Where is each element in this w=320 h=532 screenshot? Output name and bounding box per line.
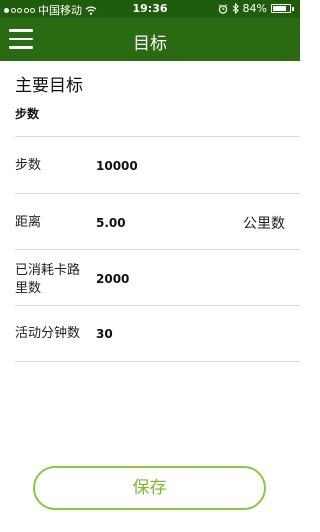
status-bar: 中国移动 19:36 84% <box>0 0 300 18</box>
alarm-clock-icon <box>218 3 227 14</box>
goal-row-distance[interactable]: 距离 5.00 公里数 <box>15 194 300 250</box>
goal-row-calories[interactable]: 已消耗卡路里数 2000 <box>15 250 300 306</box>
goal-row-active-minutes[interactable]: 活动分钟数 30 <box>15 306 300 362</box>
row-label: 已消耗卡路里数 <box>15 263 81 296</box>
row-label: 活动分钟数 <box>15 326 81 341</box>
section-title: 主要目标 <box>15 76 83 96</box>
row-value[interactable]: 10000 <box>96 159 138 173</box>
navigation-bar: 目标 <box>0 18 300 61</box>
bluetooth-icon <box>232 3 239 14</box>
save-button[interactable]: 保存 <box>33 466 266 510</box>
section-subtitle: 步数 <box>15 107 40 121</box>
battery-tip <box>292 6 294 11</box>
row-value[interactable]: 30 <box>96 327 113 341</box>
status-right: 84% <box>218 2 294 15</box>
row-label: 距离 <box>15 215 42 230</box>
battery-icon <box>271 4 291 13</box>
battery-percent: 84% <box>242 2 267 15</box>
row-unit: 公里数 <box>243 216 285 232</box>
row-label: 步数 <box>15 158 42 173</box>
row-value[interactable]: 2000 <box>96 272 129 286</box>
page-title: 目标 <box>133 34 167 54</box>
divider <box>15 361 300 362</box>
goal-row-steps[interactable]: 步数 10000 <box>15 137 300 193</box>
row-value[interactable]: 5.00 <box>96 216 126 230</box>
